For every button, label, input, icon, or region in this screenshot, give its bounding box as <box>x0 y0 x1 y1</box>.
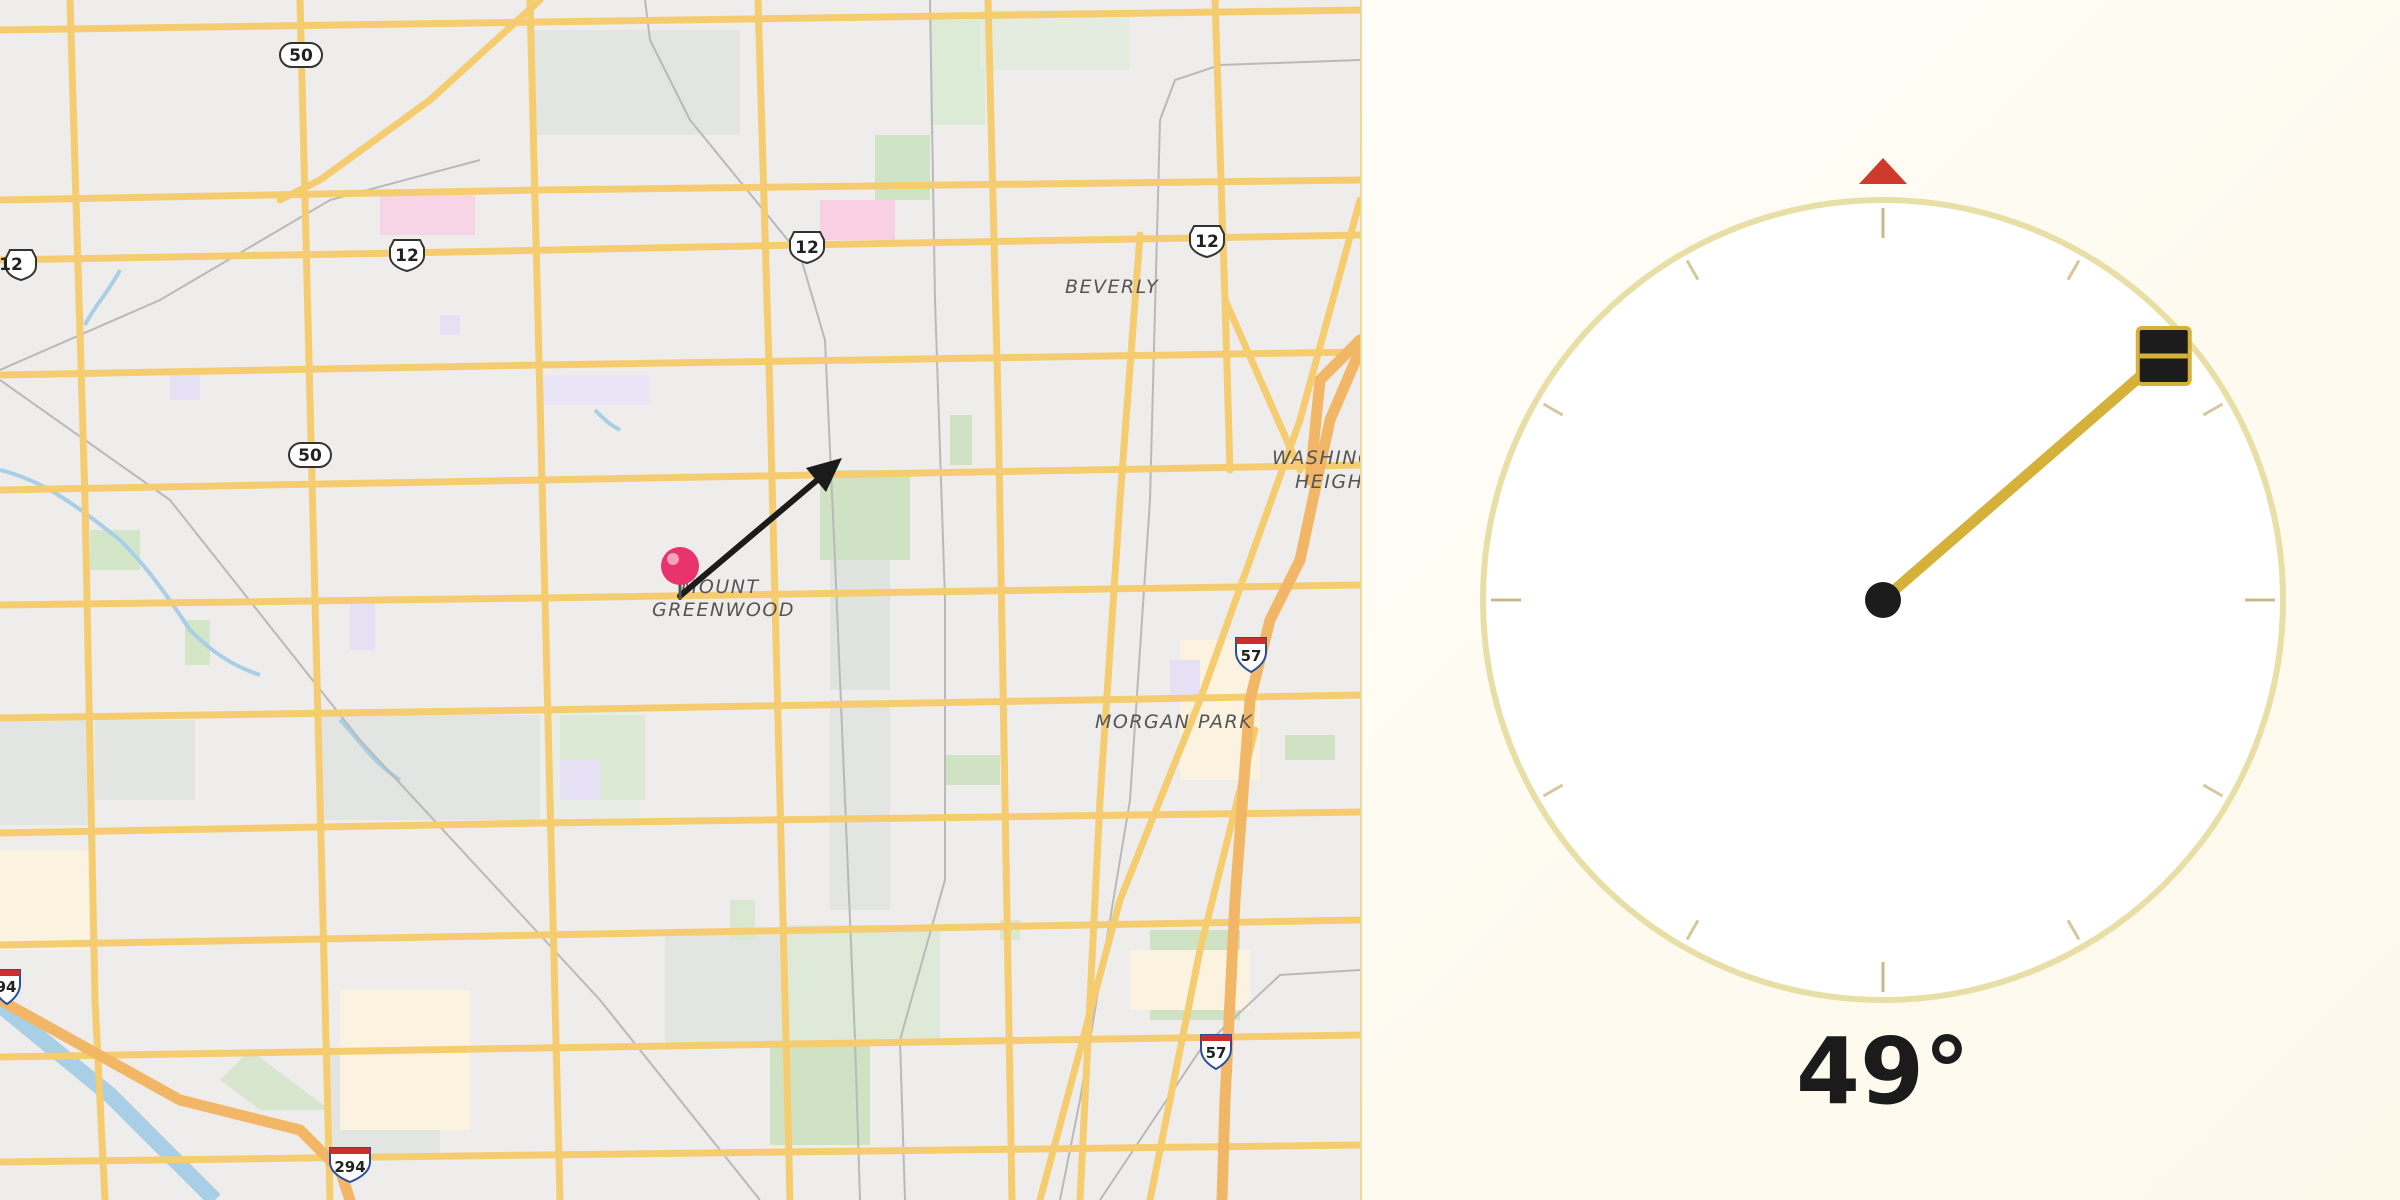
svg-text:94: 94 <box>0 978 16 996</box>
svg-text:57: 57 <box>1241 647 1262 665</box>
place-label-beverly: BEVERLY <box>1065 276 1159 298</box>
place-label-morgan-park: MORGAN PARK <box>1095 711 1253 733</box>
svg-text:12: 12 <box>1195 232 1219 252</box>
svg-text:50: 50 <box>289 46 313 66</box>
place-label-washington-heights-2: HEIGH <box>1295 471 1360 493</box>
svg-text:50: 50 <box>298 446 322 466</box>
us-route-shield: 12 <box>1189 225 1225 259</box>
svg-text:57: 57 <box>1206 1044 1227 1062</box>
us-route-shield: 12 <box>789 231 825 265</box>
compass-hub <box>1865 582 1901 618</box>
compass-panel: 49° <box>1362 0 2400 1200</box>
svg-text:12: 12 <box>0 255 23 275</box>
state-route-shield: 50 <box>279 42 323 68</box>
place-label-washington-heights-1: WASHING <box>1272 447 1360 469</box>
heading-readout: 49° <box>1796 1018 1970 1125</box>
svg-text:294: 294 <box>334 1158 365 1176</box>
svg-text:12: 12 <box>795 238 819 258</box>
place-label-mount-greenwood-2: GREENWOOD <box>652 599 795 621</box>
north-triangle-icon <box>1859 158 1907 184</box>
state-route-shield: 50 <box>288 442 332 468</box>
us-route-shield: 12 <box>389 239 425 273</box>
svg-text:12: 12 <box>395 246 419 266</box>
needle-handle-icon[interactable] <box>2135 325 2192 386</box>
street-map[interactable]: BEVERLY WASHING HEIGH MOUNT GREENWOOD MO… <box>0 0 1360 1200</box>
compass-dial[interactable]: 49° <box>1362 0 2400 1200</box>
map-view[interactable]: BEVERLY WASHING HEIGH MOUNT GREENWOOD MO… <box>0 0 1362 1200</box>
